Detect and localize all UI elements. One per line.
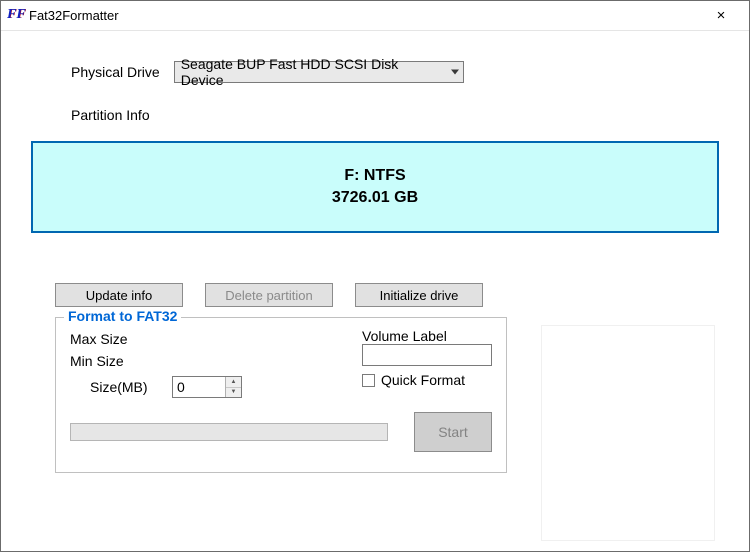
chevron-down-icon[interactable]: ▼ [226, 388, 241, 398]
physical-drive-select[interactable]: Seagate BUP Fast HDD SCSI Disk Device [174, 61, 464, 83]
quick-format-checkbox[interactable] [362, 374, 375, 387]
min-size-label: Min Size [70, 350, 342, 372]
size-mb-label: Size(MB) [90, 379, 172, 395]
chevron-up-icon[interactable]: ▲ [226, 377, 241, 388]
size-value[interactable]: 0 [173, 377, 225, 397]
volume-label-label: Volume Label [362, 328, 492, 344]
max-size-label: Max Size [70, 328, 342, 350]
physical-drive-label: Physical Drive [71, 64, 160, 80]
group-title: Format to FAT32 [64, 308, 181, 324]
side-panel [541, 325, 715, 541]
close-button[interactable]: × [701, 1, 741, 31]
app-icon: FF [7, 8, 23, 24]
delete-partition-button[interactable]: Delete partition [205, 283, 333, 307]
partition-info-label: Partition Info [71, 107, 719, 123]
physical-drive-selected: Seagate BUP Fast HDD SCSI Disk Device [181, 56, 441, 88]
quick-format-label: Quick Format [381, 372, 465, 388]
partition-box[interactable]: F: NTFS 3726.01 GB [31, 141, 719, 233]
volume-label-input[interactable] [362, 344, 492, 366]
window-title: Fat32Formatter [29, 8, 701, 23]
initialize-drive-button[interactable]: Initialize drive [355, 283, 483, 307]
size-stepper[interactable]: 0 ▲ ▼ [172, 376, 242, 398]
progress-bar [70, 423, 388, 441]
chevron-down-icon [451, 70, 459, 75]
titlebar: FF Fat32Formatter × [1, 1, 749, 31]
partition-size: 3726.01 GB [332, 189, 418, 207]
update-info-button[interactable]: Update info [55, 283, 183, 307]
format-groupbox: Format to FAT32 Max Size Min Size Size(M… [55, 317, 507, 473]
start-button[interactable]: Start [414, 412, 492, 452]
partition-name: F: NTFS [344, 167, 405, 185]
